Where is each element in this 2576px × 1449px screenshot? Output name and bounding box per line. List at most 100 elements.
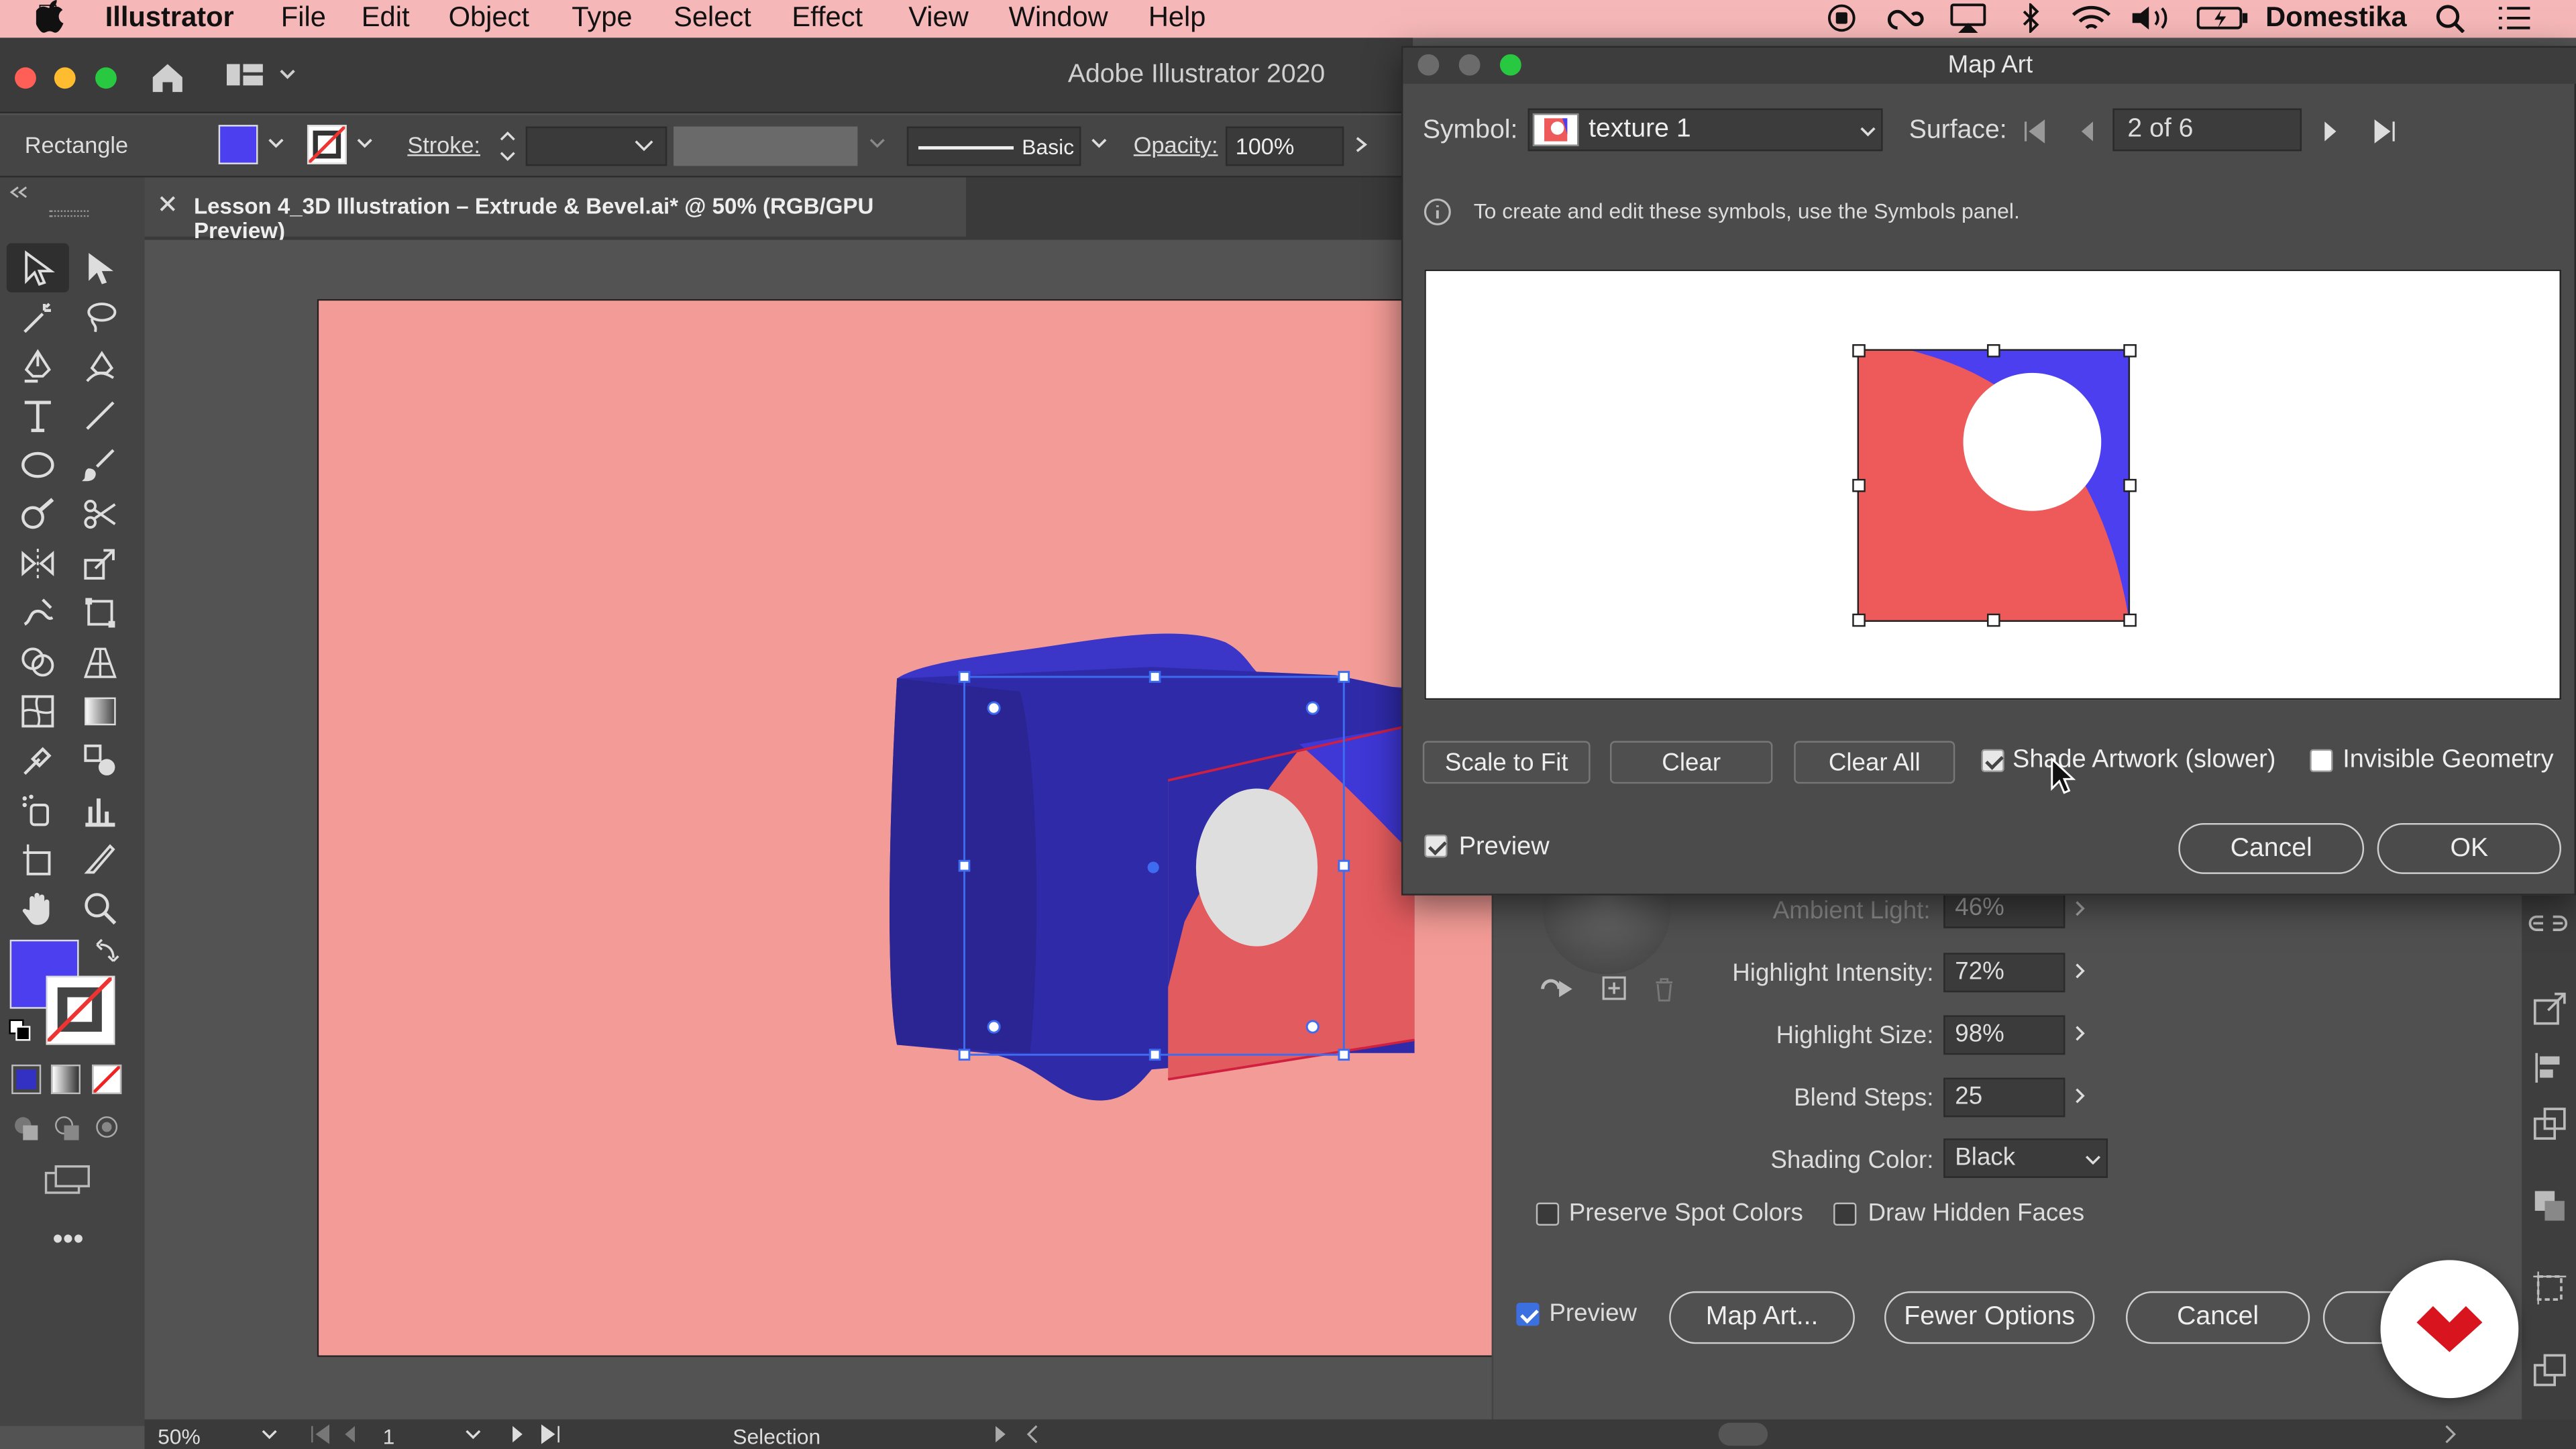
swap-fill-stroke-icon[interactable] <box>95 936 121 963</box>
map-art-preview-checkbox[interactable] <box>1424 835 1448 858</box>
previous-artboard-icon[interactable] <box>341 1424 358 1444</box>
dialog-minimize-button[interactable] <box>1458 54 1481 76</box>
last-surface-icon[interactable] <box>2372 118 2398 144</box>
edit-toolbar-more-icon[interactable]: ••• <box>52 1222 83 1256</box>
options-preview-checkbox[interactable] <box>1516 1303 1540 1326</box>
map-art-cancel-button[interactable]: Cancel <box>2178 822 2365 874</box>
scroll-left-icon[interactable] <box>1025 1424 1041 1444</box>
next-artboard-icon[interactable] <box>509 1424 525 1444</box>
app-menu[interactable]: Illustrator <box>105 1 234 34</box>
eyedropper-tool-icon[interactable] <box>19 743 56 779</box>
blend-steps-arrow-icon[interactable] <box>2072 1086 2088 1106</box>
fewer-options-button[interactable]: Fewer Options <box>1884 1291 2095 1344</box>
layers-panel-icon[interactable] <box>2532 1352 2568 1389</box>
home-icon[interactable] <box>148 59 187 95</box>
zoom-tool-icon[interactable] <box>82 890 118 926</box>
new-light-icon[interactable] <box>1602 976 1628 1002</box>
dialog-zoom-button[interactable] <box>1499 54 1521 76</box>
gradient-mode-button[interactable] <box>50 1064 81 1095</box>
draw-behind-icon[interactable] <box>52 1114 82 1143</box>
blend-steps-field[interactable]: 25 <box>1943 1077 2065 1118</box>
screen-mode-icon[interactable] <box>43 1163 92 1196</box>
horizontal-scrollbar-thumb[interactable] <box>1718 1422 1768 1446</box>
opacity-label[interactable]: Opacity: <box>1134 131 1218 158</box>
window-close-button[interactable] <box>15 67 36 89</box>
collapse-panel-icon[interactable] <box>8 184 28 200</box>
stroke-swatch[interactable] <box>307 125 347 164</box>
none-mode-button[interactable] <box>92 1064 122 1095</box>
shading-color-select[interactable]: Black <box>1943 1138 2108 1178</box>
color-mode-button[interactable] <box>11 1064 42 1095</box>
delete-light-icon[interactable] <box>1651 976 1677 1002</box>
menu-type[interactable]: Type <box>572 1 632 34</box>
dialog-close-button[interactable] <box>1417 54 1440 76</box>
stroke-dropdown-icon[interactable] <box>355 135 374 151</box>
clear-button[interactable]: Clear <box>1610 741 1773 784</box>
selection-tool-icon[interactable] <box>19 250 56 286</box>
perspective-grid-tool-icon[interactable] <box>82 644 118 680</box>
document-tab[interactable]: Lesson 4_3D Illustration – Extrude & Bev… <box>144 177 967 243</box>
wifi-icon[interactable] <box>2070 3 2113 33</box>
column-graph-tool-icon[interactable] <box>82 792 118 828</box>
direct-selection-tool-icon[interactable] <box>82 250 118 286</box>
zoom-level[interactable]: 50% <box>158 1424 201 1449</box>
gradient-tool-icon[interactable] <box>82 693 118 729</box>
user-menu[interactable]: Domestika <box>2265 1 2407 34</box>
volume-icon[interactable] <box>2129 3 2178 33</box>
symbol-select[interactable]: texture 1 <box>1527 108 1883 152</box>
shape-builder-tool-icon[interactable] <box>19 644 56 680</box>
workspace-switcher-icon[interactable] <box>226 61 299 91</box>
close-tab-icon[interactable] <box>158 194 177 213</box>
artboard-number-field[interactable]: 1 <box>383 1424 395 1449</box>
bluetooth-icon[interactable] <box>2017 3 2043 33</box>
mapped-symbol-artwork[interactable] <box>1426 271 2560 698</box>
type-tool-icon[interactable] <box>19 398 56 434</box>
draw-hidden-faces-checkbox[interactable] <box>1833 1202 1857 1226</box>
menu-select[interactable]: Select <box>674 1 751 34</box>
map-art-button[interactable]: Map Art... <box>1669 1291 1855 1344</box>
draw-inside-icon[interactable] <box>94 1114 123 1143</box>
hand-tool-icon[interactable] <box>19 890 56 926</box>
slice-tool-icon[interactable] <box>82 841 118 877</box>
scale-tool-icon[interactable] <box>82 545 118 582</box>
last-artboard-icon[interactable] <box>539 1424 561 1444</box>
window-minimize-button[interactable] <box>54 67 76 89</box>
menu-object[interactable]: Object <box>449 1 529 34</box>
next-surface-icon[interactable] <box>2321 118 2341 144</box>
lasso-tool-icon[interactable] <box>82 299 118 335</box>
invisible-geometry-checkbox[interactable] <box>2310 749 2333 773</box>
stroke-stepper[interactable] <box>496 125 519 168</box>
pathfinder-panel-icon[interactable] <box>2532 1188 2568 1224</box>
ambient-light-arrow-icon[interactable] <box>2072 899 2088 918</box>
airplay-icon[interactable] <box>1948 3 1988 33</box>
apple-menu-icon[interactable] <box>36 0 66 33</box>
panel-grip[interactable] <box>49 210 89 217</box>
opacity-field[interactable]: 100% <box>1225 126 1344 166</box>
variable-width-profile[interactable] <box>674 126 858 166</box>
export-panel-icon[interactable] <box>2532 991 2568 1027</box>
menu-view[interactable]: View <box>908 1 969 34</box>
record-icon[interactable] <box>1827 3 1856 33</box>
brush-definition[interactable]: Basic <box>906 126 1081 166</box>
spotlight-search-icon[interactable] <box>2434 3 2467 33</box>
creative-cloud-icon[interactable] <box>1886 3 1925 33</box>
previous-surface-icon[interactable] <box>2077 118 2096 144</box>
notification-center-icon[interactable] <box>2497 5 2533 31</box>
line-segment-tool-icon[interactable] <box>82 398 118 434</box>
fill-swatch[interactable] <box>218 125 258 164</box>
highlight-size-field[interactable]: 98% <box>1943 1015 2065 1055</box>
align-panel-icon[interactable] <box>2532 1050 2568 1086</box>
free-transform-tool-icon[interactable] <box>82 595 118 631</box>
magic-wand-tool-icon[interactable] <box>19 299 56 335</box>
menu-window[interactable]: Window <box>1009 1 1108 34</box>
surface-preview-area[interactable] <box>1424 269 2561 700</box>
surface-field[interactable]: 2 of 6 <box>2112 108 2302 152</box>
fill-dropdown-icon[interactable] <box>266 135 286 151</box>
menu-help[interactable]: Help <box>1148 1 1206 34</box>
first-artboard-icon[interactable] <box>309 1424 331 1444</box>
scale-to-fit-button[interactable]: Scale to Fit <box>1422 741 1591 784</box>
highlight-size-arrow-icon[interactable] <box>2072 1024 2088 1043</box>
window-zoom-button[interactable] <box>95 67 117 89</box>
move-light-back-icon[interactable] <box>1540 976 1582 1002</box>
mesh-tool-icon[interactable] <box>19 693 56 729</box>
